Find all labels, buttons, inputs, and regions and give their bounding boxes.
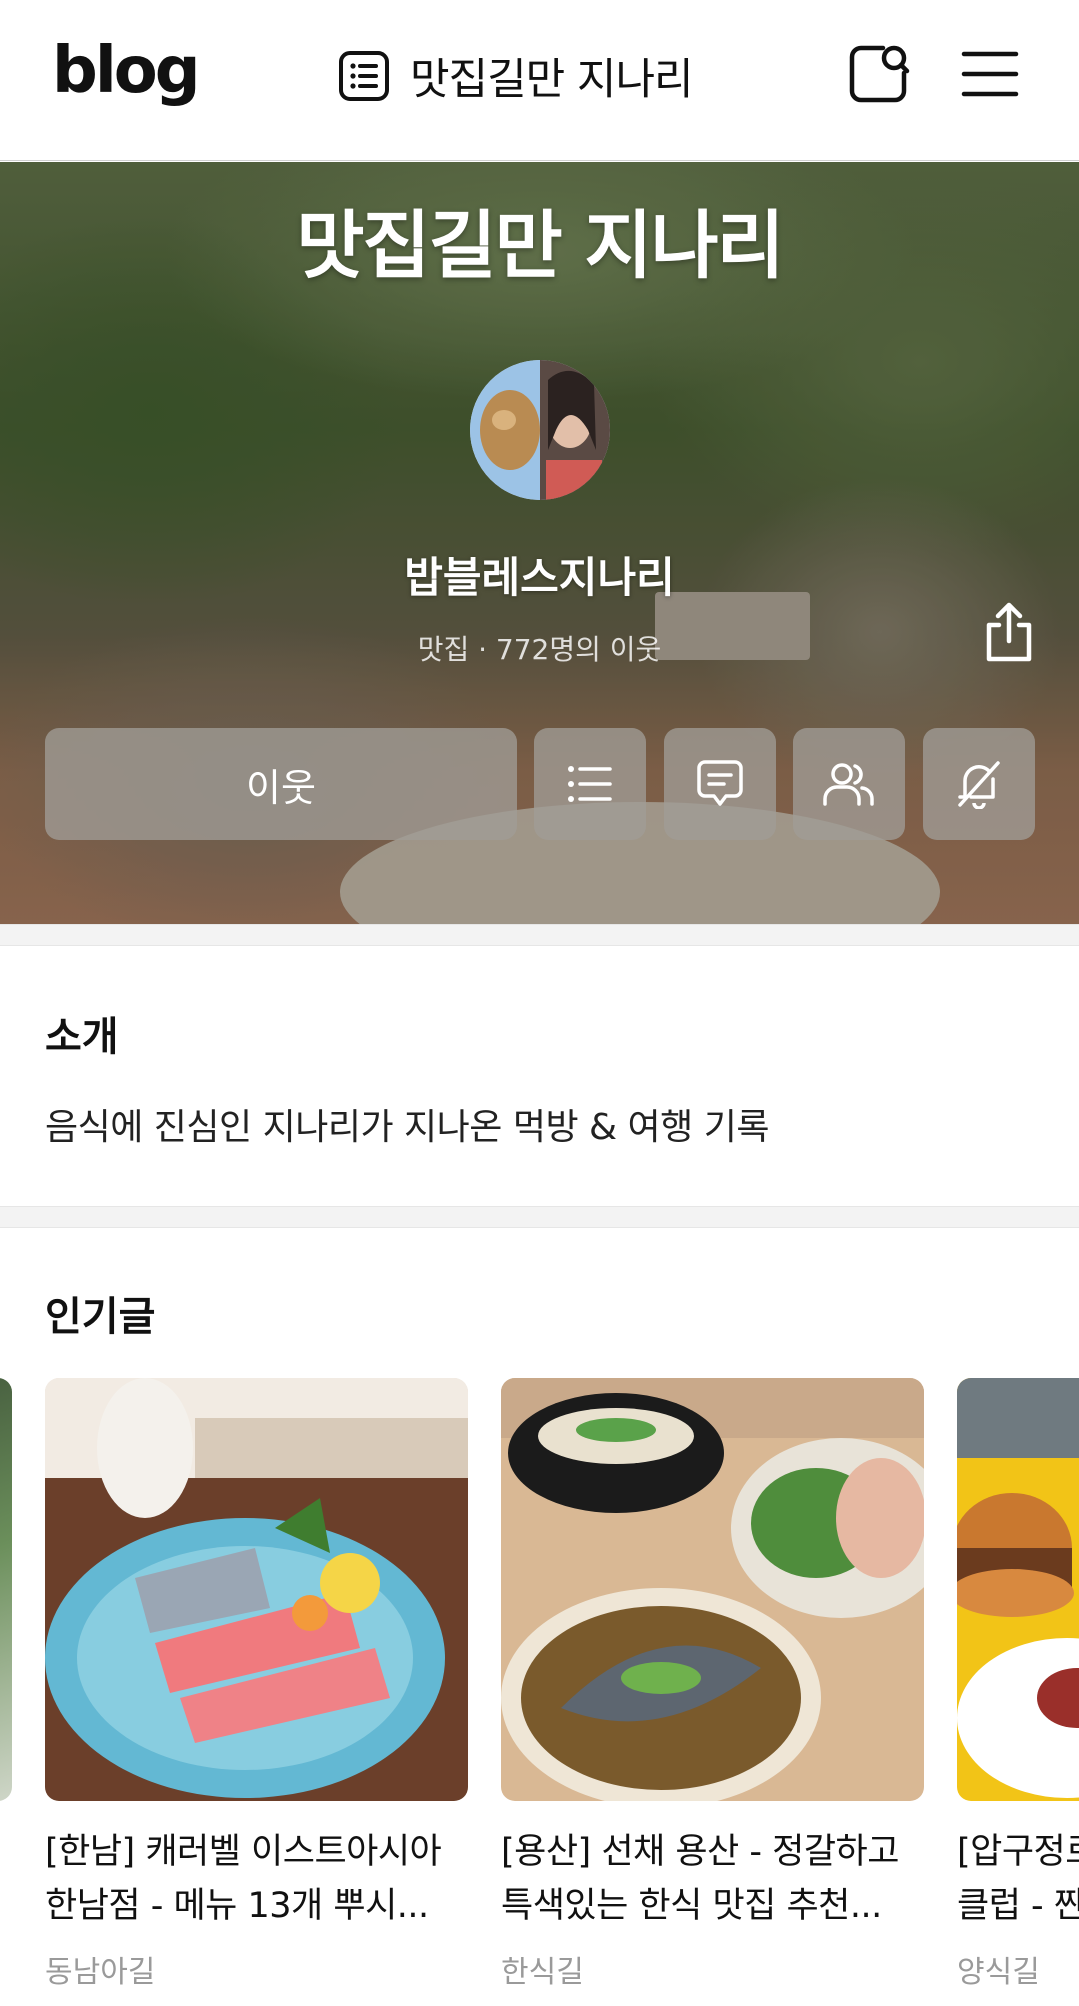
post-thumbnail (45, 1378, 468, 1801)
neighbors-list-button[interactable] (793, 728, 905, 840)
blog-nickname: 밥블레스지나리 (404, 553, 675, 602)
post-category: 한식길 (501, 1955, 584, 1990)
header-blog-title[interactable]: 맛집길만 지나리 (336, 44, 694, 108)
blog-logo[interactable]: blog (52, 34, 201, 108)
avatar[interactable] (470, 360, 610, 500)
post-thumbnail (0, 1378, 12, 1801)
post-category: 양식길 (957, 1955, 1040, 1990)
post-category: 동남아길 (45, 1955, 156, 1990)
post-title: [용산] 선채 용산 - 정갈하고 특색있는 한식 맛집 추천... (501, 1832, 899, 1926)
intro-text: 음식에 진심인 지나리가 지나온 먹방 & 여행 기록 (45, 1107, 769, 1148)
blog-cover: 맛집길만 지나리 밥블레스지나리 맛집 · 772명의 이웃 이웃 (0, 162, 1079, 924)
popular-post-card[interactable]: [용산] 선채 용산 - 정갈하고 특색있는 한식 맛집 추천... 한식길 (501, 1378, 924, 1991)
avatar-image (470, 360, 610, 500)
popular-posts-carousel[interactable]: [한남] 캐러벨 이스트아시아 한남점 - 메뉴 13개 뿌시... 동남아길 (0, 1378, 1079, 2006)
top-header: blog 맛집길만 지나리 (0, 0, 1079, 161)
category-list-button[interactable] (534, 728, 646, 840)
popular-post-card[interactable]: [압구정로 클럽 - 짠 양식길 (957, 1378, 1079, 1991)
blog-meta: 맛집 · 772명의 이웃 (417, 633, 662, 666)
post-title: [압구정로 클럽 - 짠 (957, 1832, 1079, 1926)
hamburger-menu-icon (961, 51, 1019, 97)
popular-heading: 인기글 (45, 1294, 156, 1340)
search-square-icon (849, 45, 910, 103)
comment-icon (697, 760, 743, 806)
post-thumbnail (957, 1378, 1079, 1801)
post-title: [한남] 캐러벨 이스트아시아 한남점 - 메뉴 13개 뿌시... (45, 1832, 442, 1926)
notification-off-icon (958, 761, 1000, 809)
section-divider (0, 1206, 1079, 1228)
header-title-text: 맛집길만 지나리 (410, 55, 694, 105)
people-icon (823, 763, 874, 806)
search-button[interactable] (842, 38, 914, 110)
intro-heading: 소개 (45, 1014, 119, 1060)
popular-post-card[interactable]: [한남] 캐러벨 이스트아시아 한남점 - 메뉴 13개 뿌시... 동남아길 (45, 1378, 468, 1991)
list-doc-icon (339, 51, 389, 101)
section-divider (0, 924, 1079, 946)
share-icon (986, 602, 1032, 662)
share-button[interactable] (976, 597, 1042, 669)
guestbook-button[interactable] (664, 728, 776, 840)
post-thumbnail (501, 1378, 924, 1801)
add-neighbor-button[interactable]: 이웃 (45, 728, 517, 840)
popular-post-card[interactable] (0, 1378, 12, 1801)
list-icon (568, 766, 612, 802)
notification-off-button[interactable] (923, 728, 1035, 840)
menu-button[interactable] (954, 38, 1026, 110)
cover-title: 맛집길만 지나리 (296, 203, 784, 289)
